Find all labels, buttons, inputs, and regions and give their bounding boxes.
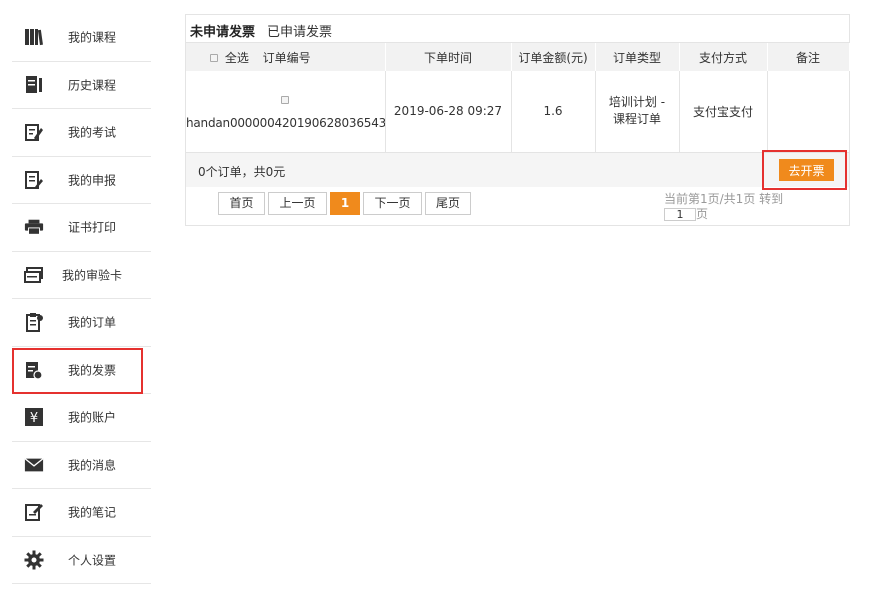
sidebar-item-my-exams[interactable]: 我的考试 bbox=[12, 109, 151, 157]
report-edit-icon bbox=[24, 170, 44, 190]
table-header-row: 全选 订单编号 下单时间 订单金额(元) 订单类型 支付方式 备注 bbox=[186, 43, 850, 71]
sidebar-item-my-notes[interactable]: 我的笔记 bbox=[12, 489, 151, 537]
order-summary-bar: 0个订单，共0元 去开票 bbox=[186, 153, 849, 187]
goto-page-input[interactable]: 1 bbox=[664, 208, 696, 221]
column-header-label: 订单编号 bbox=[262, 50, 311, 65]
last-page-button[interactable]: 尾页 bbox=[425, 192, 471, 215]
sidebar-item-history-courses[interactable]: 历史课程 bbox=[12, 62, 151, 109]
sidebar-item-certificate-print[interactable]: 证书打印 bbox=[12, 204, 151, 252]
invoice-panel: 未申请发票 已申请发票 全选 订单编号 下单时间 订单金额(元) 订单类型 支付… bbox=[185, 14, 850, 226]
sidebar-item-label: 我的账户 bbox=[68, 410, 117, 425]
envelope-icon bbox=[24, 455, 44, 475]
sidebar-item-my-orders[interactable]: 我的订单 bbox=[12, 299, 151, 347]
sidebar-item-personal-settings[interactable]: 个人设置 bbox=[12, 537, 151, 584]
sidebar-item-label: 我的发票 bbox=[68, 363, 117, 378]
sidebar-item-label: 证书打印 bbox=[68, 220, 117, 235]
order-no-cell: handan0000004201906280365436 bbox=[186, 71, 386, 153]
issue-invoice-button[interactable]: 去开票 bbox=[779, 159, 834, 181]
tab-applied-invoices[interactable]: 已申请发票 bbox=[267, 21, 332, 43]
sidebar-item-label: 个人设置 bbox=[68, 553, 117, 568]
page-suffix: 页 bbox=[696, 207, 709, 221]
order-summary-text: 0个订单，共0元 bbox=[198, 165, 286, 179]
column-header-order-no: 全选 订单编号 bbox=[186, 43, 386, 71]
sidebar-item-label: 历史课程 bbox=[68, 78, 117, 93]
first-page-button[interactable]: 首页 bbox=[218, 192, 265, 215]
next-page-button[interactable]: 下一页 bbox=[363, 192, 422, 215]
books-icon bbox=[24, 27, 44, 47]
order-type: 培训计划 - 课程订单 bbox=[608, 95, 666, 127]
order-time-cell: 2019-06-28 09:27 bbox=[385, 71, 512, 153]
column-header-payment: 支付方式 bbox=[679, 43, 768, 71]
sidebar-item-label: 我的消息 bbox=[68, 458, 117, 473]
current-page-button[interactable]: 1 bbox=[330, 192, 360, 215]
select-all-label: 全选 bbox=[224, 50, 249, 65]
orders-table: 全选 订单编号 下单时间 订单金额(元) 订单类型 支付方式 备注 handan… bbox=[186, 43, 850, 153]
page-info-text: 当前第1页/共1页 转到 bbox=[664, 192, 784, 206]
note-pen-icon bbox=[24, 502, 44, 522]
invoice-icon bbox=[24, 360, 44, 380]
order-type-cell: 培训计划 - 课程订单 bbox=[595, 71, 680, 153]
column-header-order-time: 下单时间 bbox=[385, 43, 512, 71]
table-row: handan0000004201906280365436 2019-06-28 … bbox=[186, 71, 849, 153]
payment-method-cell: 支付宝支付 bbox=[679, 71, 768, 153]
invoice-tabs: 未申请发票 已申请发票 bbox=[186, 15, 849, 45]
card-stack-icon bbox=[24, 265, 44, 285]
sidebar: 我的课程 历史课程 我的考试 我的申报 证书打印 我的审验卡 我的订单 我的发票… bbox=[12, 14, 151, 584]
column-header-order-type: 订单类型 bbox=[595, 43, 680, 71]
gear-icon bbox=[24, 550, 44, 570]
sidebar-item-my-invoices[interactable]: 我的发票 bbox=[12, 347, 151, 394]
svg-text:¥: ¥ bbox=[30, 411, 38, 426]
column-header-note: 备注 bbox=[767, 43, 850, 71]
book-history-icon bbox=[24, 75, 44, 95]
sidebar-item-my-reports[interactable]: 我的申报 bbox=[12, 157, 151, 204]
sidebar-item-my-review-card[interactable]: 我的审验卡 bbox=[12, 252, 151, 299]
sidebar-item-my-account[interactable]: ¥ 我的账户 bbox=[12, 394, 151, 442]
note-cell bbox=[767, 71, 849, 153]
sidebar-item-label: 我的考试 bbox=[68, 125, 117, 140]
printer-icon bbox=[24, 217, 44, 237]
order-clipboard-icon bbox=[24, 312, 44, 333]
sidebar-item-label: 我的订单 bbox=[68, 315, 117, 330]
order-amount-cell: 1.6 bbox=[511, 71, 596, 153]
sidebar-item-label: 我的申报 bbox=[68, 173, 117, 188]
column-header-amount: 订单金额(元) bbox=[511, 43, 596, 71]
row-checkbox[interactable] bbox=[281, 96, 290, 105]
sidebar-item-my-courses[interactable]: 我的课程 bbox=[12, 14, 151, 62]
sidebar-item-label: 我的审验卡 bbox=[62, 268, 123, 283]
sidebar-item-label: 我的课程 bbox=[68, 30, 117, 45]
yen-icon: ¥ bbox=[24, 407, 44, 427]
page-info: 当前第1页/共1页 转到 1页 bbox=[664, 192, 783, 222]
sidebar-item-label: 我的笔记 bbox=[68, 505, 117, 520]
sidebar-item-my-messages[interactable]: 我的消息 bbox=[12, 442, 151, 489]
exam-edit-icon bbox=[24, 122, 44, 142]
prev-page-button[interactable]: 上一页 bbox=[268, 192, 327, 215]
order-no: handan0000004201906280365436 bbox=[186, 115, 385, 130]
select-all-checkbox[interactable] bbox=[210, 54, 218, 62]
